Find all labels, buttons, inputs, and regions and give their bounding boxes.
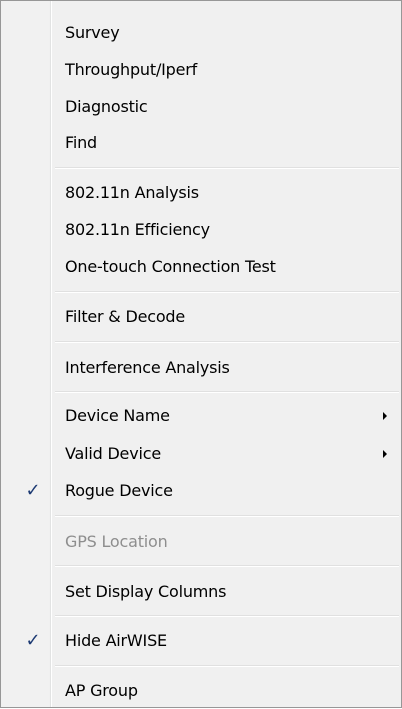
menu-item-one-touch-connection-test[interactable]: One-touch Connection Test (3, 249, 399, 285)
menu-item-survey[interactable]: Survey (3, 15, 399, 51)
menu-separator (55, 341, 399, 343)
menu-item-label: Interference Analysis (65, 358, 230, 377)
menu-separator (55, 515, 399, 517)
menu-item-label: Rogue Device (65, 481, 173, 500)
menu-item-gps-location: GPS Location (3, 524, 399, 560)
menu-separator (55, 291, 399, 293)
menu-item-label: 802.11n Efficiency (65, 220, 210, 239)
menu-item-label: Diagnostic (65, 97, 148, 116)
menu-item-label: 802.11n Analysis (65, 183, 199, 202)
menu-item-label: One-touch Connection Test (65, 257, 276, 276)
menu-item-802-11n-analysis[interactable]: 802.11n Analysis (3, 175, 399, 211)
submenu-arrow-icon (383, 412, 387, 420)
menu-item-ap-group[interactable]: AP Group (3, 673, 399, 709)
menu-item-label: Device Name (65, 406, 170, 425)
menu-separator (55, 615, 399, 617)
context-menu: Survey Throughput/Iperf Diagnostic Find … (0, 0, 402, 708)
menu-item-label: Valid Device (65, 444, 161, 463)
menu-item-label: Survey (65, 23, 120, 42)
menu-item-find[interactable]: Find (3, 125, 399, 161)
menu-separator (55, 665, 399, 667)
submenu-arrow-icon (383, 450, 387, 458)
menu-item-interference-analysis[interactable]: Interference Analysis (3, 350, 399, 386)
menu-separator (55, 391, 399, 393)
menu-item-throughput-iperf[interactable]: Throughput/Iperf (3, 52, 399, 88)
menu-item-valid-device[interactable]: Valid Device (3, 436, 399, 472)
menu-item-diagnostic[interactable]: Diagnostic (3, 89, 399, 125)
menu-item-label: Find (65, 133, 97, 152)
menu-item-label: Set Display Columns (65, 582, 227, 601)
menu-item-rogue-device[interactable]: ✓ Rogue Device (3, 473, 399, 509)
menu-item-label: GPS Location (65, 532, 168, 551)
menu-item-device-name[interactable]: Device Name (3, 398, 399, 434)
menu-item-hide-airwise[interactable]: ✓ Hide AirWISE (3, 623, 399, 659)
menu-separator (55, 167, 399, 169)
menu-item-802-11n-efficiency[interactable]: 802.11n Efficiency (3, 212, 399, 248)
menu-item-label: AP Group (65, 681, 138, 700)
menu-item-filter-decode[interactable]: Filter & Decode (3, 299, 399, 335)
checkmark-icon: ✓ (25, 480, 41, 501)
checkmark-icon: ✓ (25, 630, 41, 651)
menu-separator (55, 565, 399, 567)
menu-item-label: Filter & Decode (65, 307, 186, 326)
menu-item-set-display-columns[interactable]: Set Display Columns (3, 574, 399, 610)
menu-item-label: Throughput/Iperf (65, 60, 198, 79)
menu-item-label: Hide AirWISE (65, 631, 167, 650)
